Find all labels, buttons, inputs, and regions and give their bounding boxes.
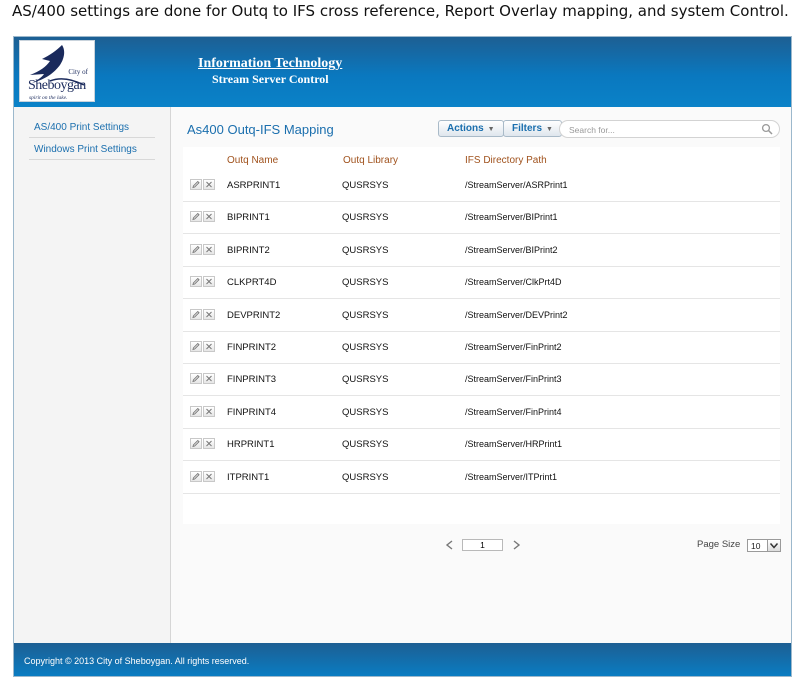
table-row[interactable]: BIPRINT2 QUSRSYS/StreamServer/BIPrint2: [183, 235, 780, 267]
column-header-outq-library[interactable]: Outq Library: [343, 155, 398, 166]
copyright-text: Copyright © 2013 City of Sheboygan. All …: [24, 656, 250, 666]
outq-name-cell: BIPRINT2: [227, 244, 270, 256]
pencil-icon[interactable]: [190, 373, 202, 385]
table-row[interactable]: ITPRINT1 QUSRSYS/StreamServer/ITPrint1: [183, 462, 780, 494]
sidebar-item-as400-print-settings[interactable]: AS/400 Print Settings: [29, 116, 155, 138]
column-header-outq-name[interactable]: Outq Name: [227, 155, 278, 166]
close-icon[interactable]: [203, 373, 215, 385]
footer: Copyright © 2013 City of Sheboygan. All …: [14, 643, 791, 676]
document-caption: AS/400 settings are done for Outq to IFS…: [12, 2, 789, 20]
grid-toolbar: As400 Outq-IFS Mapping Actions ▼ Filters ▼: [181, 117, 783, 142]
outq-library-cell: QUSRSYS: [342, 309, 389, 321]
outq-library-cell: QUSRSYS: [342, 471, 389, 483]
page-size-label: Page Size: [697, 539, 741, 550]
chevron-right-icon[interactable]: [510, 539, 522, 551]
outq-library-cell: QUSRSYS: [342, 212, 389, 224]
caret-down-icon: ▼: [546, 126, 553, 133]
actions-button-label: Actions: [447, 123, 484, 134]
page-size-value: 10: [751, 541, 761, 551]
table-row[interactable]: FINPRINT3 QUSRSYS/StreamServer/FinPrint3: [183, 364, 780, 397]
main-content: As400 Outq-IFS Mapping Actions ▼ Filters ▼…: [171, 107, 791, 643]
logo-tagline-text: spirit on the lake.: [29, 95, 68, 101]
outq-name-cell: FINPRINT4: [227, 406, 277, 418]
close-icon[interactable]: [203, 438, 215, 450]
pencil-icon[interactable]: [190, 179, 202, 190]
page-size-select[interactable]: 10: [747, 539, 781, 552]
ifs-path-cell: /StreamServer/ClkPrt4D: [465, 277, 562, 288]
pencil-icon[interactable]: [190, 308, 202, 320]
outq-library-cell: QUSRSYS: [342, 342, 389, 353]
ifs-path-cell: /StreamServer/DEVPrint2: [465, 309, 568, 320]
close-icon[interactable]: [203, 243, 215, 255]
header-title[interactable]: Information Technology: [198, 56, 342, 72]
filters-button-label: Filters: [512, 123, 543, 134]
outq-name-cell: FINPRINT3: [227, 374, 277, 386]
outq-ifs-table: Outq Name Outq Library IFS Directory Pat…: [183, 147, 780, 524]
ifs-path-cell: /StreamServer/BIPrint2: [465, 244, 558, 255]
header-banner: City of Sheboygan spirit on the lake. In…: [14, 37, 791, 107]
logo-city-text: City of: [68, 68, 88, 76]
close-icon[interactable]: [203, 308, 215, 320]
outq-name-cell: BIPRINT1: [227, 212, 270, 224]
pencil-icon[interactable]: [190, 211, 202, 223]
table-row[interactable]: CLKPRT4D QUSRSYS/StreamServer/ClkPrt4D: [183, 267, 780, 300]
close-icon[interactable]: [203, 211, 215, 223]
outq-name-cell: DEVPRINT2: [227, 309, 281, 321]
outq-library-cell: QUSRSYS: [342, 406, 389, 418]
caret-down-icon: ▼: [487, 126, 495, 133]
outq-name-cell: CLKPRT4D: [227, 277, 277, 289]
pencil-icon[interactable]: [190, 243, 202, 255]
city-logo: City of Sheboygan spirit on the lake.: [19, 40, 95, 102]
close-icon[interactable]: [203, 179, 215, 190]
search-input[interactable]: [569, 123, 749, 136]
close-icon[interactable]: [203, 276, 215, 288]
ifs-path-cell: /StreamServer/FinPrint4: [465, 406, 562, 417]
app-window: City of Sheboygan spirit on the lake. In…: [13, 36, 792, 677]
close-icon[interactable]: [203, 405, 215, 417]
outq-name-cell: HRPRINT1: [227, 439, 275, 451]
search-box: [559, 120, 780, 138]
page-number-input[interactable]: [462, 539, 503, 551]
logo-name-text: Sheboygan: [28, 78, 86, 93]
ifs-path-cell: /StreamServer/BIPrint1: [465, 212, 558, 223]
ifs-path-cell: /StreamServer/HRPrint1: [465, 439, 563, 450]
pager: Page Size 10: [183, 530, 781, 560]
pencil-icon[interactable]: [190, 405, 202, 417]
outq-library-cell: QUSRSYS: [342, 374, 389, 386]
pencil-icon[interactable]: [190, 276, 202, 288]
table-row[interactable]: DEVPRINT2 QUSRSYS/StreamServer/DEVPrint2: [183, 300, 780, 332]
ifs-path-cell: /StreamServer/FinPrint2: [465, 342, 562, 352]
outq-library-cell: QUSRSYS: [342, 244, 389, 256]
actions-button[interactable]: Actions ▼: [438, 120, 504, 137]
chevron-down-icon[interactable]: [767, 540, 780, 551]
pencil-icon[interactable]: [190, 341, 202, 352]
pencil-icon[interactable]: [190, 438, 202, 450]
filters-button[interactable]: Filters ▼: [503, 120, 562, 137]
table-row[interactable]: HRPRINT1 QUSRSYS/StreamServer/HRPrint1: [183, 429, 780, 462]
sidebar: AS/400 Print Settings Windows Print Sett…: [14, 107, 171, 643]
outq-library-cell: QUSRSYS: [342, 277, 389, 289]
search-icon[interactable]: [761, 123, 773, 135]
table-row[interactable]: ASRPRINT1 QUSRSYS/StreamServer/ASRPrint1: [183, 170, 780, 202]
close-icon[interactable]: [203, 341, 215, 352]
sidebar-item-windows-print-settings[interactable]: Windows Print Settings: [29, 138, 155, 160]
page-title: As400 Outq-IFS Mapping: [187, 122, 334, 137]
table-row[interactable]: FINPRINT2 QUSRSYS/StreamServer/FinPrint2: [183, 332, 780, 364]
chevron-left-icon[interactable]: [444, 539, 456, 551]
ifs-path-cell: /StreamServer/ASRPrint1: [465, 180, 568, 190]
outq-name-cell: ITPRINT1: [227, 471, 270, 483]
header-subtitle: Stream Server Control: [212, 72, 329, 86]
table-row[interactable]: FINPRINT4 QUSRSYS/StreamServer/FinPrint4: [183, 397, 780, 429]
outq-name-cell: FINPRINT2: [227, 342, 277, 353]
outq-library-cell: QUSRSYS: [342, 180, 389, 191]
ifs-path-cell: /StreamServer/ITPrint1: [465, 471, 558, 482]
outq-name-cell: ASRPRINT1: [227, 180, 281, 191]
column-header-ifs-directory-path[interactable]: IFS Directory Path: [465, 155, 547, 166]
close-icon[interactable]: [203, 470, 215, 482]
outq-library-cell: QUSRSYS: [342, 439, 389, 451]
table-row[interactable]: BIPRINT1 QUSRSYS/StreamServer/BIPrint1: [183, 202, 780, 235]
pencil-icon[interactable]: [190, 470, 202, 482]
ifs-path-cell: /StreamServer/FinPrint3: [465, 374, 562, 385]
